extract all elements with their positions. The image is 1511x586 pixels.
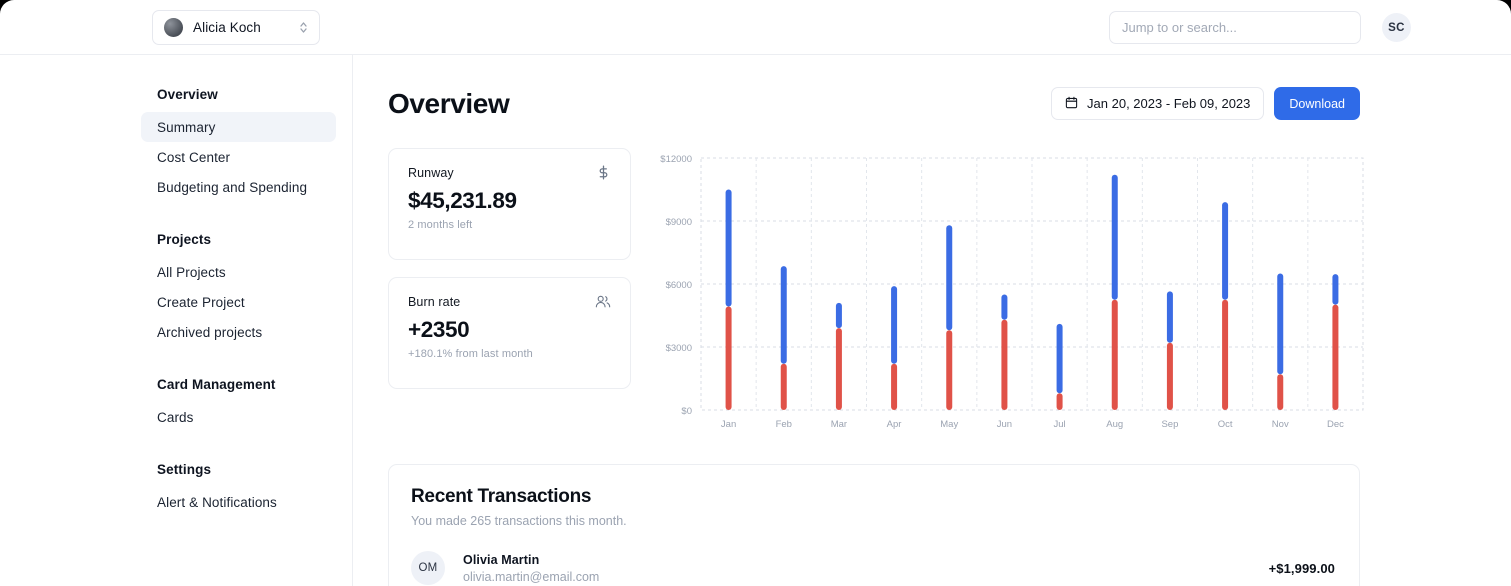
team-switcher[interactable]: Alicia Koch — [152, 10, 320, 45]
overview-chart: $0 $3000 $6000 $9000 $12000 Jan Feb Mar Apr May Ju… — [653, 148, 1511, 438]
svg-text:$6000: $6000 — [666, 280, 692, 291]
main-content: Overview Jan 20, 2023 - Feb 09, 2023 Dow — [353, 55, 1511, 586]
svg-text:$0: $0 — [681, 406, 692, 417]
sidebar-item-label: Cards — [157, 409, 194, 425]
nav-group-overview: Overview Summary Cost Center Budgeting a… — [0, 87, 352, 202]
page-header: Overview Jan 20, 2023 - Feb 09, 2023 Dow — [388, 87, 1360, 120]
stat-card-header: Runway — [408, 165, 611, 180]
svg-text:$9000: $9000 — [666, 217, 692, 228]
team-name: Alicia Koch — [193, 20, 261, 35]
svg-text:May: May — [940, 419, 958, 430]
nav-group-title: Projects — [157, 232, 212, 247]
sidebar-item-label: Cost Center — [157, 149, 231, 165]
stat-cards: Runway $45,231.89 2 months left Burn rat… — [388, 148, 631, 438]
sidebar-item-summary[interactable]: Summary — [141, 112, 336, 142]
app-window: Alicia Koch SC Overview Summary Cost Cen… — [0, 0, 1511, 586]
sidebar-item-label: Archived projects — [157, 324, 263, 340]
svg-text:Jun: Jun — [997, 419, 1012, 430]
svg-text:Dec: Dec — [1327, 419, 1344, 430]
svg-text:Feb: Feb — [776, 419, 792, 430]
stat-value: +2350 — [408, 317, 470, 342]
svg-text:Apr: Apr — [887, 419, 902, 430]
transaction-name: Olivia Martin — [463, 552, 540, 567]
date-range-picker[interactable]: Jan 20, 2023 - Feb 09, 2023 — [1051, 87, 1265, 120]
svg-text:Jan: Jan — [721, 419, 736, 430]
download-button[interactable]: Download — [1274, 87, 1360, 120]
stat-subtext: +180.1% from last month — [408, 348, 533, 360]
svg-text:$3000: $3000 — [666, 343, 692, 354]
avatar: OM — [411, 551, 445, 585]
svg-text:Aug: Aug — [1106, 419, 1123, 430]
avatar — [164, 18, 183, 37]
nav-group-settings: Settings Alert & Notifications — [0, 462, 352, 517]
stat-label: Runway — [408, 165, 454, 180]
nav-divider — [0, 438, 352, 462]
transaction-email: olivia.martin@email.com — [463, 569, 600, 584]
table-row[interactable]: OM Olivia Martin olivia.martin@email.com… — [411, 551, 1335, 585]
svg-text:Jul: Jul — [1054, 419, 1066, 430]
sidebar-item-cards[interactable]: Cards — [141, 402, 336, 432]
sidebar-item-budgeting-and-spending[interactable]: Budgeting and Spending — [141, 172, 336, 202]
stat-label: Burn rate — [408, 294, 461, 309]
recent-transactions-card: Recent Transactions You made 265 transac… — [388, 464, 1360, 586]
sidebar-item-label: Budgeting and Spending — [157, 179, 308, 195]
search-input[interactable] — [1122, 20, 1348, 35]
date-range-label: Jan 20, 2023 - Feb 09, 2023 — [1087, 96, 1251, 111]
svg-text:$12000: $12000 — [660, 154, 692, 165]
sidebar-item-label: Summary — [157, 119, 216, 135]
search-box[interactable] — [1109, 11, 1361, 44]
sidebar-item-alert-notifications[interactable]: Alert & Notifications — [141, 487, 336, 517]
stat-value: $45,231.89 — [408, 188, 517, 213]
nav-group-projects: Projects All Projects Create Project Arc… — [0, 232, 352, 347]
svg-text:Oct: Oct — [1218, 419, 1233, 430]
nav-divider — [0, 353, 352, 377]
chevron-updown-icon — [299, 21, 308, 34]
sidebar-item-label: Create Project — [157, 294, 245, 310]
nav-group-card-management: Card Management Cards — [0, 377, 352, 432]
nav-group-title: Card Management — [157, 377, 276, 392]
transaction-meta: Olivia Martin olivia.martin@email.com — [463, 553, 599, 584]
top-bar: Alicia Koch SC — [0, 0, 1511, 55]
nav-group-title: Overview — [157, 87, 218, 102]
nav-group-title: Settings — [157, 462, 212, 477]
transaction-amount: +$1,999.00 — [1268, 560, 1335, 576]
user-avatar[interactable]: SC — [1382, 13, 1411, 42]
overview-content: Runway $45,231.89 2 months left Burn rat… — [388, 148, 1511, 438]
sidebar-item-label: All Projects — [157, 264, 226, 280]
page-title: Overview — [388, 87, 510, 119]
svg-text:Sep: Sep — [1161, 419, 1178, 430]
svg-text:Nov: Nov — [1272, 419, 1289, 430]
dollar-icon — [596, 165, 611, 180]
users-icon — [595, 294, 611, 309]
recent-transactions-subtitle: You made 265 transactions this month. — [411, 514, 627, 528]
sidebar-item-cost-center[interactable]: Cost Center — [141, 142, 336, 172]
header-actions: Jan 20, 2023 - Feb 09, 2023 Download — [1051, 87, 1360, 120]
recent-transactions-title: Recent Transactions — [411, 486, 592, 507]
sidebar: Overview Summary Cost Center Budgeting a… — [0, 55, 353, 586]
stat-card-header: Burn rate — [408, 294, 611, 309]
sidebar-item-all-projects[interactable]: All Projects — [141, 257, 336, 287]
sidebar-item-label: Alert & Notifications — [157, 494, 277, 510]
stat-card-runway: Runway $45,231.89 2 months left — [388, 148, 631, 260]
stat-card-burn-rate: Burn rate +2350 +180.1% from last month — [388, 277, 631, 389]
body: Overview Summary Cost Center Budgeting a… — [0, 55, 1511, 586]
nav-divider — [0, 208, 352, 232]
calendar-icon — [1065, 96, 1078, 112]
sidebar-item-create-project[interactable]: Create Project — [141, 287, 336, 317]
sidebar-item-archived-projects[interactable]: Archived projects — [141, 317, 336, 347]
svg-text:Mar: Mar — [831, 419, 847, 430]
bar-chart-svg: $0 $3000 $6000 $9000 $12000 Jan Feb Mar Apr May Ju… — [660, 154, 1364, 430]
stat-subtext: 2 months left — [408, 219, 473, 231]
